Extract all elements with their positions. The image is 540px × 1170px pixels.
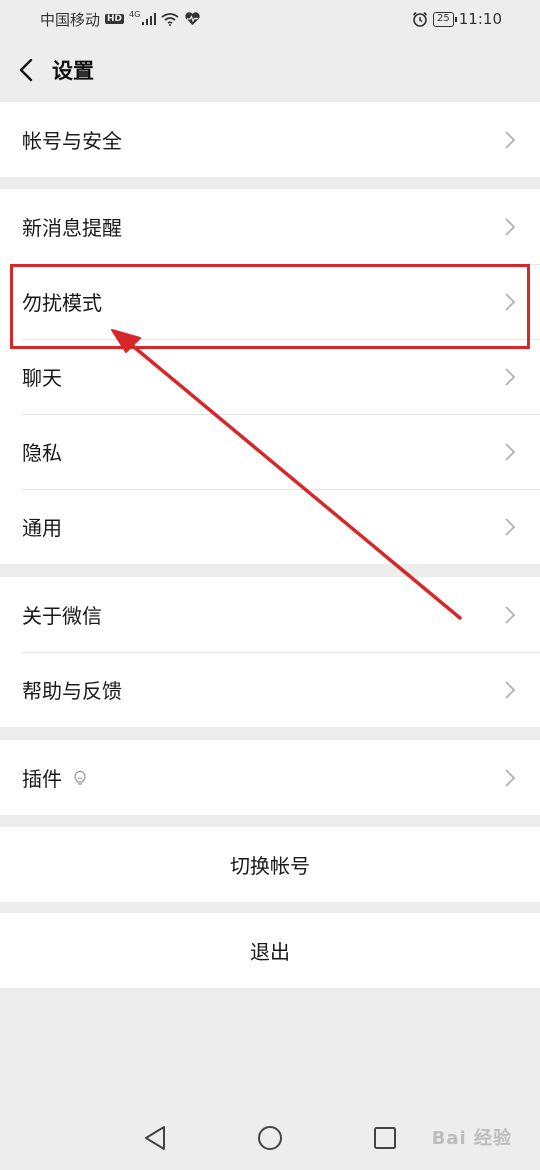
battery-level: 25 [437,13,450,24]
settings-item-about-wechat[interactable]: 关于微信 [0,577,540,652]
item-label: 隐私 [22,441,62,465]
settings-item-plugins[interactable]: 插件 [0,740,540,815]
chevron-right-icon [505,442,516,461]
item-label: 退出 [250,940,290,964]
settings-item-account-security[interactable]: 帐号与安全 [0,102,540,177]
plugin-bulb-icon [74,770,86,785]
settings-group-switch-account: 切换帐号 [0,827,540,902]
signal-icon [142,13,157,25]
nav-bar: 设置 [0,38,540,102]
carrier-name: 中国移动 [40,10,101,29]
item-label: 帮助与反馈 [22,679,122,703]
settings-item-chat[interactable]: 聊天 [0,339,540,414]
heart-rate-icon [185,12,201,25]
chevron-right-icon [505,768,516,787]
status-bar: 中国移动 HD 4G 25 11:10 [0,0,540,38]
status-right: 25 11:10 [412,10,502,28]
settings-group-account: 帐号与安全 [0,102,540,177]
chevron-right-icon [505,217,516,236]
settings-group-plugins: 插件 [0,740,540,815]
item-label: 帐号与安全 [22,129,122,153]
back-triangle-icon[interactable] [140,1123,170,1153]
settings-item-help-feedback[interactable]: 帮助与反馈 [0,652,540,727]
chevron-right-icon [505,517,516,536]
item-label: 切换帐号 [230,854,310,878]
item-label: 勿扰模式 [22,291,102,315]
chevron-right-icon [505,367,516,386]
home-circle-icon[interactable] [255,1123,285,1153]
chevron-right-icon [505,680,516,699]
chevron-right-icon [505,605,516,624]
settings-group-about: 关于微信 帮助与反馈 [0,577,540,727]
hd-badge: HD [105,14,125,24]
back-arrow-icon [19,58,33,82]
battery-indicator: 25 [433,11,457,27]
watermark: Bai 经验 [431,1128,512,1149]
settings-item-privacy[interactable]: 隐私 [0,414,540,489]
recents-square-icon[interactable] [370,1123,400,1153]
settings-group-main: 新消息提醒 勿扰模式 聊天 隐私 通用 [0,189,540,564]
item-label: 通用 [22,516,62,540]
clock: 11:10 [458,10,502,28]
system-nav-bar: Bai 经验 [0,1105,540,1170]
item-label: 关于微信 [22,604,102,628]
status-left: 中国移动 HD 4G [40,9,201,30]
network-type: 4G [129,9,141,19]
settings-group-logout: 退出 [0,913,540,988]
back-button[interactable] [0,38,52,102]
logout-button[interactable]: 退出 [0,913,540,988]
settings-item-general[interactable]: 通用 [0,489,540,564]
alarm-icon [412,11,428,27]
settings-item-do-not-disturb[interactable]: 勿扰模式 [0,264,540,339]
item-label: 聊天 [22,366,62,390]
item-label: 插件 [22,767,62,791]
wifi-icon [161,12,179,26]
switch-account-button[interactable]: 切换帐号 [0,827,540,902]
page-title: 设置 [52,59,94,83]
chevron-right-icon [505,130,516,149]
chevron-right-icon [505,292,516,311]
item-label: 新消息提醒 [22,216,122,240]
settings-item-notifications[interactable]: 新消息提醒 [0,189,540,264]
